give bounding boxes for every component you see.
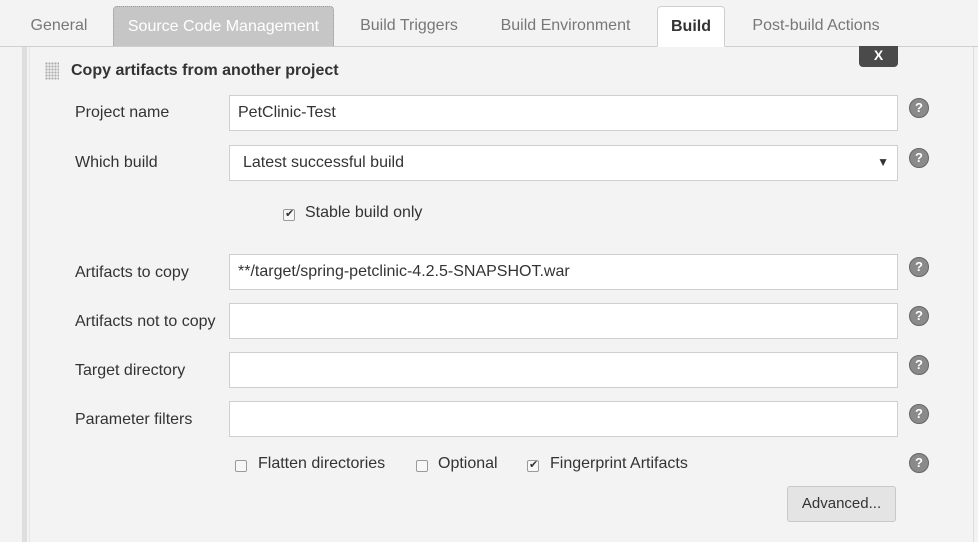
fingerprint-artifacts-checkbox[interactable]: ✔ <box>527 459 539 472</box>
help-icon[interactable]: ? <box>909 257 929 277</box>
artifacts-not-to-copy-input[interactable] <box>229 303 898 339</box>
project-name-label: Project name <box>75 104 170 121</box>
tab-build-triggers[interactable]: Build Triggers <box>344 6 474 46</box>
dropdown-arrow-icon: ▼ <box>877 155 889 169</box>
help-icon[interactable]: ? <box>909 306 929 326</box>
check-icon: ✔ <box>285 208 295 220</box>
flatten-directories-label: Flatten directories <box>258 455 386 472</box>
project-name-input[interactable] <box>229 95 898 131</box>
tab-build[interactable]: Build <box>657 6 725 47</box>
delete-step-button[interactable]: X <box>859 46 898 67</box>
drag-handle-icon[interactable] <box>45 62 59 80</box>
optional-label: Optional <box>438 455 498 472</box>
target-directory-input[interactable] <box>229 352 898 388</box>
help-icon[interactable]: ? <box>909 404 929 424</box>
tab-source-code-management[interactable]: Source Code Management <box>113 6 334 46</box>
help-icon[interactable]: ? <box>909 355 929 375</box>
parameter-filters-input[interactable] <box>229 401 898 437</box>
which-build-label: Which build <box>75 154 158 171</box>
tab-general[interactable]: General <box>14 6 104 46</box>
advanced-button[interactable]: Advanced... <box>787 486 896 522</box>
artifacts-not-to-copy-label: Artifacts not to copy <box>75 313 216 330</box>
parameter-filters-label: Parameter filters <box>75 411 193 428</box>
target-directory-label: Target directory <box>75 362 186 379</box>
stable-build-only-checkbox[interactable]: ✔ <box>283 208 295 221</box>
flatten-directories-checkbox[interactable] <box>235 460 247 472</box>
panel-divider <box>29 47 30 542</box>
help-icon[interactable]: ? <box>909 453 929 473</box>
optional-checkbox[interactable] <box>416 460 428 472</box>
artifacts-to-copy-label: Artifacts to copy <box>75 264 189 281</box>
which-build-value: Latest successful build <box>243 154 404 171</box>
stable-build-only-label: Stable build only <box>305 204 423 221</box>
check-icon: ✔ <box>529 459 539 471</box>
fingerprint-artifacts-label: Fingerprint Artifacts <box>550 455 688 472</box>
help-icon[interactable]: ? <box>909 98 929 118</box>
build-step-title: Copy artifacts from another project <box>71 62 339 79</box>
help-icon[interactable]: ? <box>909 148 929 168</box>
config-tab-bar: General Source Code Management Build Tri… <box>0 0 978 47</box>
artifacts-to-copy-input[interactable] <box>229 254 898 290</box>
which-build-select[interactable]: Latest successful build ▼ <box>229 145 898 181</box>
tab-post-build-actions[interactable]: Post-build Actions <box>735 6 897 46</box>
tab-build-environment[interactable]: Build Environment <box>484 6 647 46</box>
